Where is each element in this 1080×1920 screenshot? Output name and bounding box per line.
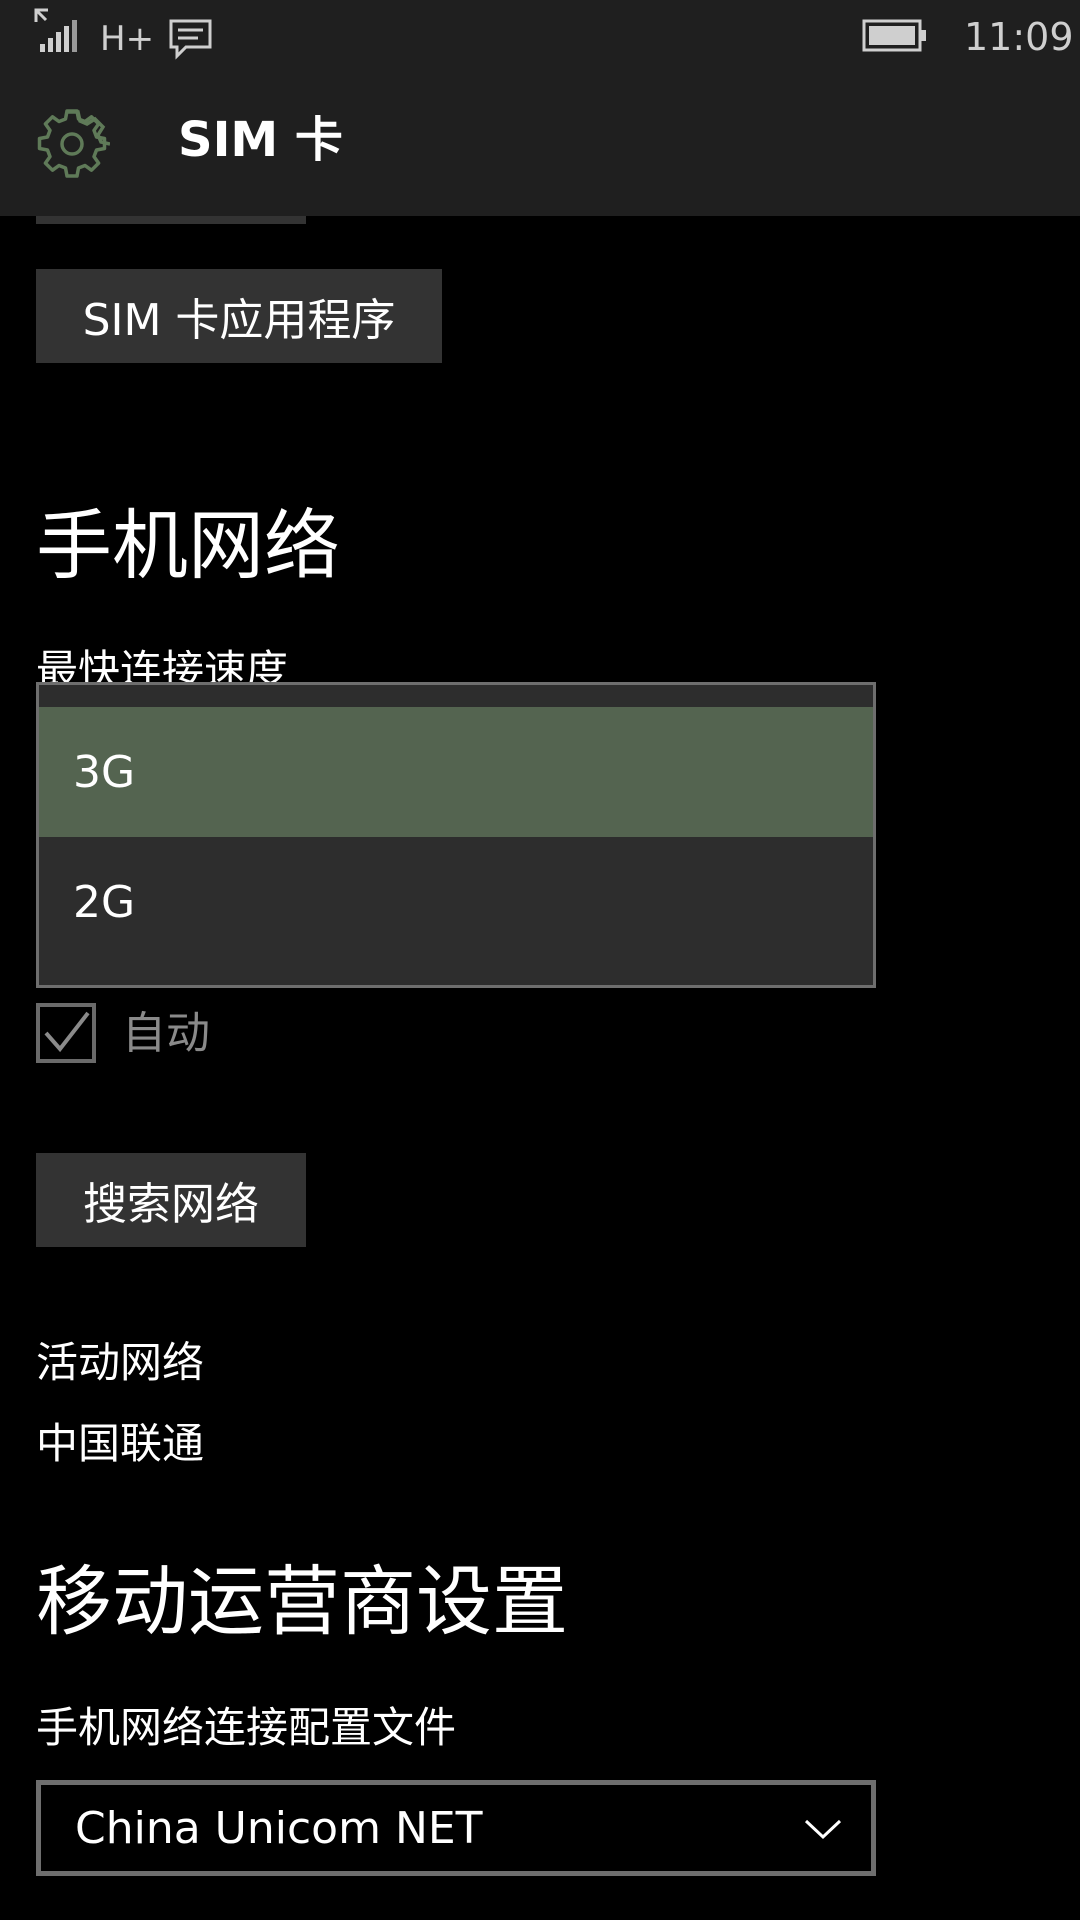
speed-option-3g[interactable]: 3G: [39, 707, 873, 837]
profile-combobox-value: China Unicom NET: [75, 1803, 483, 1854]
message-icon: [169, 19, 212, 60]
auto-checkbox-label: 自动: [122, 1008, 210, 1059]
speed-dropdown-list[interactable]: 3G 2G: [36, 682, 876, 988]
active-network-label: 活动网络: [36, 1338, 205, 1387]
scrolled-button-edge: [36, 216, 306, 224]
checkmark-icon: [44, 1011, 90, 1053]
battery-icon: [862, 19, 926, 52]
page-title: SIM 卡: [178, 112, 343, 168]
chevron-down-icon: [804, 1819, 842, 1840]
gear-icon: [37, 109, 110, 178]
sim-apps-button[interactable]: SIM 卡应用程序: [36, 269, 442, 363]
speed-option-2g[interactable]: 2G: [39, 837, 873, 967]
profile-label: 手机网络连接配置文件: [36, 1703, 457, 1752]
active-network-value: 中国联通: [36, 1419, 205, 1468]
carrier-settings-heading: 移动运营商设置: [36, 1557, 568, 1646]
page-header: [0, 72, 1080, 216]
search-network-button[interactable]: 搜索网络: [36, 1153, 306, 1247]
profile-combobox[interactable]: China Unicom NET: [36, 1780, 876, 1876]
mobile-network-heading: 手机网络: [36, 501, 340, 590]
network-type: H+: [100, 19, 155, 59]
signal-icon: [34, 8, 77, 52]
clock: 11:09: [964, 15, 1074, 59]
auto-checkbox[interactable]: [36, 1003, 96, 1063]
